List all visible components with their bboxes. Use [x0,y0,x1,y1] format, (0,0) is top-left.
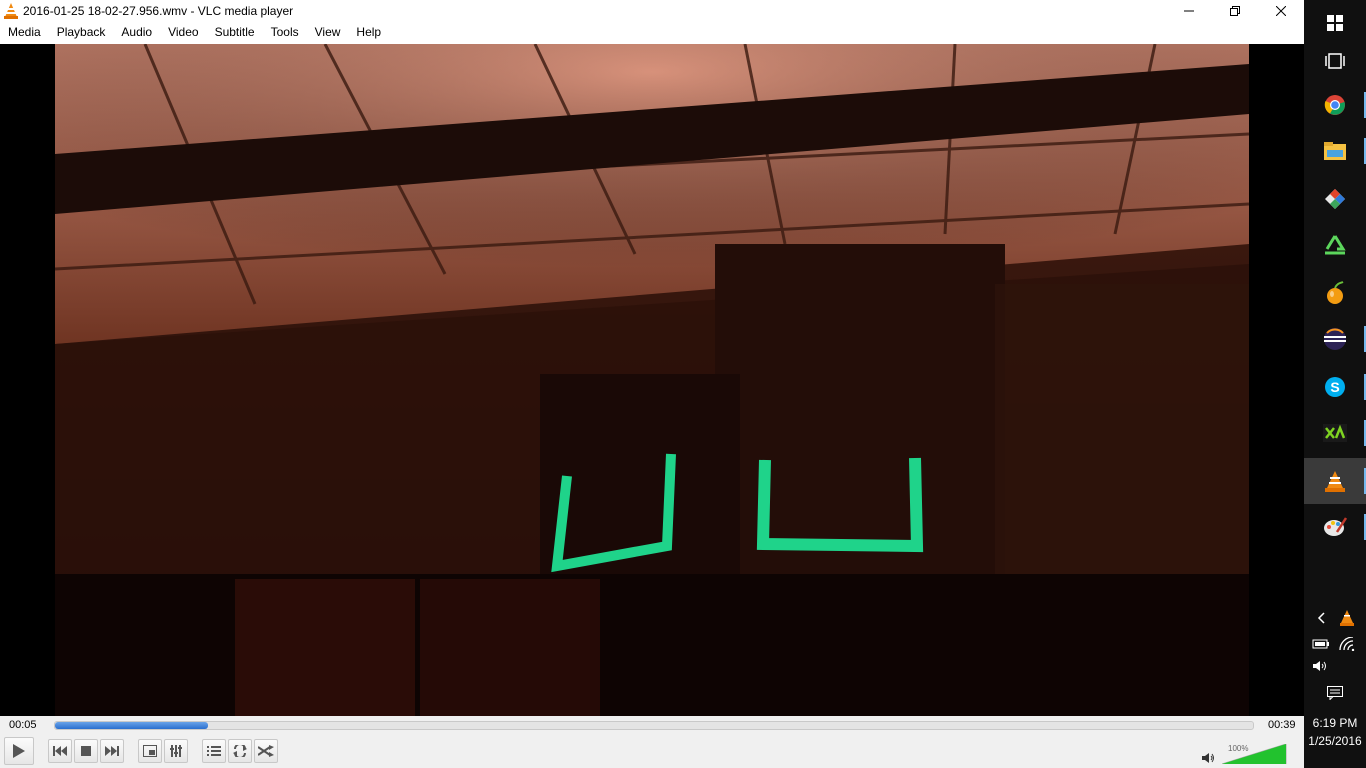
taskbar-chrome[interactable] [1304,82,1366,128]
minimize-button[interactable] [1166,0,1212,22]
menu-video[interactable]: Video [160,22,206,44]
taskbar-recycle-app[interactable] [1304,222,1366,268]
restore-icon [1230,6,1240,16]
xda-icon [1323,424,1347,442]
chevron-left-icon [1317,612,1325,624]
taskbar-fl-studio[interactable] [1304,270,1366,316]
speaker-icon[interactable] [1202,752,1216,764]
play-button[interactable] [4,737,34,765]
tray-wifi[interactable] [1336,634,1358,654]
file-explorer-icon [1324,142,1346,160]
volume-icon [1313,661,1326,671]
taskbar-vlc[interactable] [1304,458,1366,504]
play-icon [13,744,25,758]
previous-icon [53,746,67,756]
extended-settings-icon [170,745,182,757]
seek-progress [55,722,208,729]
seek-bar[interactable] [54,721,1254,730]
taskbar-xda[interactable] [1304,410,1366,456]
vlc-window: 2016-01-25 18-02-27.956.wmv - VLC media … [0,0,1304,768]
clock-time[interactable]: 6:19 PM [1304,716,1366,730]
next-icon [105,746,119,756]
window-title: 2016-01-25 18-02-27.956.wmv - VLC media … [23,4,294,18]
title-bar[interactable]: 2016-01-25 18-02-27.956.wmv - VLC media … [0,0,1304,22]
taskbar: S [1304,0,1366,768]
vlc-cone-icon [4,3,18,19]
vlc-icon [1325,471,1345,492]
eclipse-icon [1324,328,1346,350]
git-icon [1325,189,1345,209]
playlist-icon [207,746,221,756]
task-view-button[interactable] [1304,38,1366,84]
next-button[interactable] [100,739,124,763]
menu-playback[interactable]: Playback [49,22,114,44]
elapsed-time: 00:05 [9,719,37,731]
menu-help[interactable]: Help [348,22,389,44]
windows-start-icon [1327,15,1343,31]
previous-button[interactable] [48,739,72,763]
total-time: 00:39 [1268,719,1296,731]
seek-row: 00:05 00:39 [0,716,1304,736]
taskbar-eclipse[interactable] [1304,316,1366,362]
menu-bar: Media Playback Audio Video Subtitle Tool… [0,22,1304,44]
volume-slider[interactable] [1222,744,1288,764]
wifi-icon [1339,637,1355,651]
control-bar: 100% [0,736,1304,768]
recycle-app-icon [1325,235,1346,255]
close-icon [1276,6,1286,16]
shuffle-button[interactable] [254,739,278,763]
close-button[interactable] [1258,0,1304,22]
skype-icon: S [1325,377,1345,397]
taskbar-file-explorer[interactable] [1304,128,1366,174]
tray-vlc[interactable] [1336,608,1358,628]
clock-date[interactable]: 1/25/2016 [1304,734,1366,748]
minimize-icon [1184,10,1194,12]
tray-volume[interactable] [1310,656,1332,676]
menu-tools[interactable]: Tools [263,22,307,44]
fullscreen-icon [143,745,157,757]
notification-icon [1327,686,1343,700]
menu-view[interactable]: View [307,22,349,44]
video-area[interactable] [0,44,1304,716]
menu-media[interactable]: Media [0,22,49,44]
taskbar-paint[interactable] [1304,504,1366,550]
paint-icon [1324,517,1347,536]
loop-icon [233,745,247,757]
chrome-icon [1324,95,1345,115]
taskbar-git[interactable] [1304,176,1366,222]
loop-button[interactable] [228,739,252,763]
playlist-button[interactable] [202,739,226,763]
stop-button[interactable] [74,739,98,763]
extended-settings-button[interactable] [164,739,188,763]
vlc-tray-icon [1340,610,1354,626]
task-view-icon [1325,53,1345,69]
action-center-button[interactable] [1324,682,1346,704]
fullscreen-button[interactable] [138,739,162,763]
battery-icon [1312,639,1329,649]
svg-text:S: S [1330,379,1339,395]
menu-audio[interactable]: Audio [113,22,160,44]
show-hidden-icons-button[interactable] [1312,608,1330,628]
fl-studio-icon [1327,281,1344,304]
tray-battery[interactable] [1310,634,1332,654]
stop-icon [81,746,91,756]
shuffle-icon [258,745,274,757]
taskbar-skype[interactable]: S [1304,364,1366,410]
menu-subtitle[interactable]: Subtitle [207,22,263,44]
maximize-button[interactable] [1212,0,1258,22]
video-frame [55,44,1249,716]
